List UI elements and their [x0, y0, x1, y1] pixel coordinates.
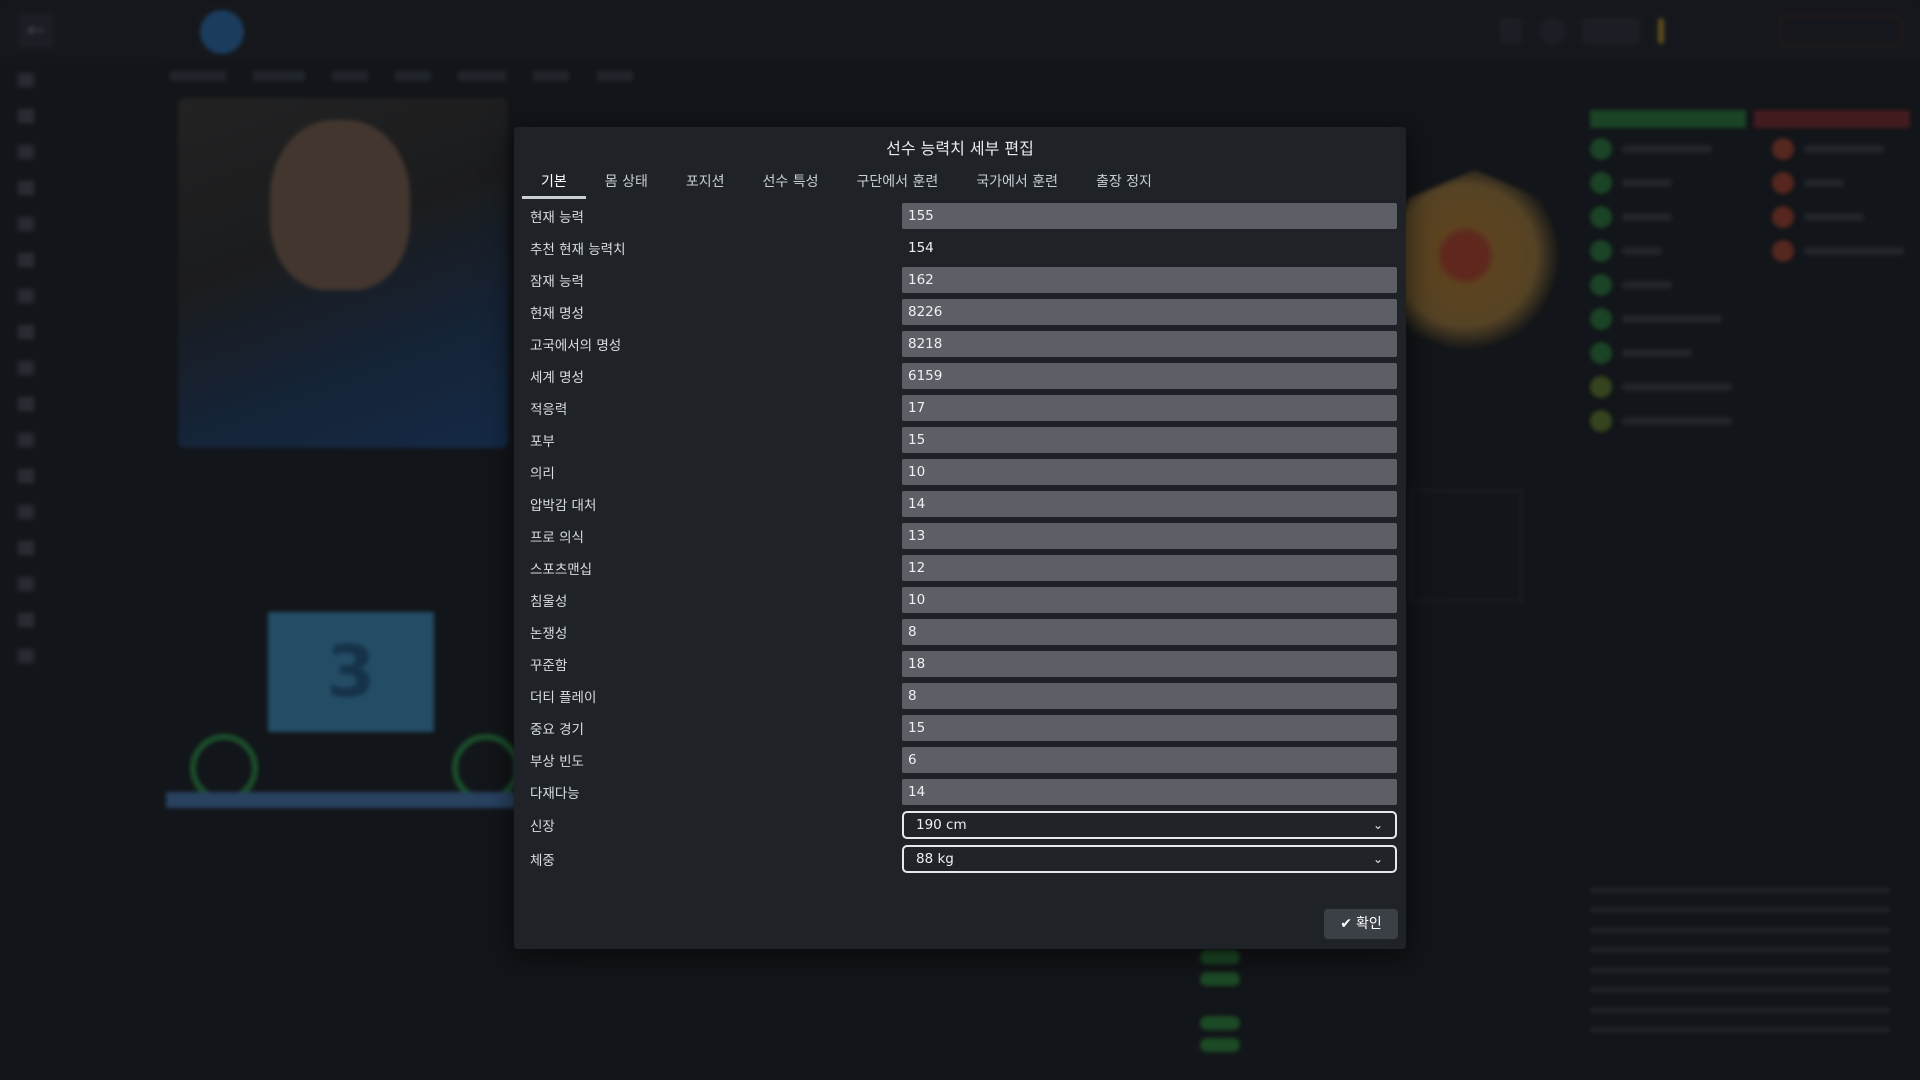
field-label: 논쟁성 [530, 626, 568, 642]
field-label: 적응력 [530, 402, 568, 418]
form-row: 더티 플레이 8 [522, 680, 1398, 712]
form-row: 고국에서의 명성 8218 [522, 328, 1398, 360]
field-label: 신장 [530, 819, 555, 835]
confirm-button[interactable]: ✔ 확인 [1324, 909, 1398, 939]
form-row: 신장 190 cm ⌄ [522, 808, 1398, 842]
height-select-value: 190 cm [916, 817, 967, 833]
world-reputation-input[interactable]: 6159 [902, 363, 1397, 389]
important-matches-input[interactable]: 15 [902, 715, 1397, 741]
field-label: 현재 능력 [530, 210, 584, 226]
pressure-input[interactable]: 14 [902, 491, 1397, 517]
tab-suspension[interactable]: 출장 정지 [1077, 165, 1171, 199]
versatility-input[interactable]: 14 [902, 779, 1397, 805]
form-row: 압박감 대처 14 [522, 488, 1398, 520]
field-label: 꾸준함 [530, 658, 568, 674]
form-row: 중요 경기 15 [522, 712, 1398, 744]
form-row: 세계 명성 6159 [522, 360, 1398, 392]
form-row: 의리 10 [522, 456, 1398, 488]
adaptability-input[interactable]: 17 [902, 395, 1397, 421]
field-label: 체중 [530, 853, 555, 869]
temperament-input[interactable]: 10 [902, 587, 1397, 613]
form-row: 침울성 10 [522, 584, 1398, 616]
form-row: 다재다능 14 [522, 776, 1398, 808]
field-label: 중요 경기 [530, 722, 584, 738]
field-label: 압박감 대처 [530, 498, 597, 514]
edit-attributes-dialog: 선수 능력치 세부 편집 기본 몸 상태 포지션 선수 특성 구단에서 훈련 국… [514, 127, 1406, 949]
dirtiness-input[interactable]: 8 [902, 683, 1397, 709]
home-reputation-input[interactable]: 8218 [902, 331, 1397, 357]
attribute-form: 현재 능력 155 추천 현재 능력치 154 잠재 능력 162 현재 명성 … [522, 200, 1398, 876]
weight-select[interactable]: 88 kg ⌄ [902, 845, 1397, 873]
field-label: 고국에서의 명성 [530, 338, 622, 354]
field-label: 세계 명성 [530, 370, 584, 386]
field-label: 현재 명성 [530, 306, 584, 322]
form-row: 현재 명성 8226 [522, 296, 1398, 328]
form-row: 잠재 능력 162 [522, 264, 1398, 296]
form-row: 적응력 17 [522, 392, 1398, 424]
field-label: 침울성 [530, 594, 568, 610]
form-row: 꾸준함 18 [522, 648, 1398, 680]
field-label: 다재다능 [530, 786, 580, 802]
form-row: 논쟁성 8 [522, 616, 1398, 648]
injury-proneness-input[interactable]: 6 [902, 747, 1397, 773]
checkmark-icon: ✔ [1340, 916, 1352, 932]
field-label: 포부 [530, 434, 555, 450]
loyalty-input[interactable]: 10 [902, 459, 1397, 485]
current-reputation-input[interactable]: 8226 [902, 299, 1397, 325]
field-label: 의리 [530, 466, 555, 482]
field-label: 더티 플레이 [530, 690, 597, 706]
field-label: 스포츠맨십 [530, 562, 593, 578]
consistency-input[interactable]: 18 [902, 651, 1397, 677]
chevron-down-icon: ⌄ [1372, 818, 1383, 832]
form-row: 프로 의식 13 [522, 520, 1398, 552]
tab-club-training[interactable]: 구단에서 훈련 [837, 165, 957, 199]
form-row: 추천 현재 능력치 154 [522, 232, 1398, 264]
tab-national-training[interactable]: 국가에서 훈련 [957, 165, 1077, 199]
ambition-input[interactable]: 15 [902, 427, 1397, 453]
potential-ability-input[interactable]: 162 [902, 267, 1397, 293]
form-row: 현재 능력 155 [522, 200, 1398, 232]
height-select[interactable]: 190 cm ⌄ [902, 811, 1397, 839]
form-row: 부상 빈도 6 [522, 744, 1398, 776]
tab-positions[interactable]: 포지션 [667, 165, 744, 199]
dialog-tabs: 기본 몸 상태 포지션 선수 특성 구단에서 훈련 국가에서 훈련 출장 정지 [522, 165, 1171, 199]
field-label: 프로 의식 [530, 530, 584, 546]
dialog-title: 선수 능력치 세부 편집 [886, 139, 1034, 158]
chevron-down-icon: ⌄ [1372, 852, 1383, 866]
tab-fitness[interactable]: 몸 상태 [586, 165, 667, 199]
field-label: 부상 빈도 [530, 754, 584, 770]
professionalism-input[interactable]: 13 [902, 523, 1397, 549]
field-label: 추천 현재 능력치 [530, 242, 626, 258]
tab-traits[interactable]: 선수 특성 [744, 165, 838, 199]
weight-select-value: 88 kg [916, 851, 954, 867]
confirm-label: 확인 [1355, 916, 1382, 932]
tab-basic[interactable]: 기본 [522, 165, 586, 199]
form-row: 체중 88 kg ⌄ [522, 842, 1398, 876]
field-label: 잠재 능력 [530, 274, 584, 290]
current-ability-input[interactable]: 155 [902, 203, 1397, 229]
form-row: 스포츠맨십 12 [522, 552, 1398, 584]
recommended-ability-value: 154 [908, 240, 934, 256]
controversy-input[interactable]: 8 [902, 619, 1397, 645]
sportsmanship-input[interactable]: 12 [902, 555, 1397, 581]
form-row: 포부 15 [522, 424, 1398, 456]
